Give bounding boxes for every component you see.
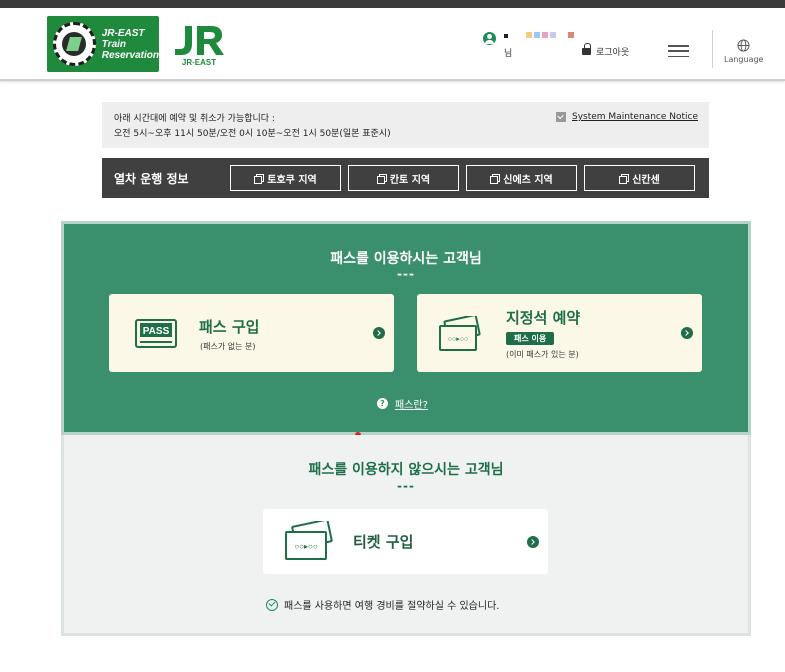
train-operation-info-bar: 열차 운행 정보 토호쿠 지역 칸토 지역 신에츠 지역 신칸센 [102, 158, 709, 198]
jr-east-wordmark: JR·EAST [182, 58, 216, 66]
pass-user-section: 패스를 이용하시는 고객님 --- PASS 패스 구입 (패스가 없는 분) … [61, 221, 751, 435]
user-suffix: 님 [504, 49, 513, 59]
arrow-right-icon [373, 327, 385, 339]
header-divider [712, 30, 713, 68]
jr-east-logo[interactable]: JR·EAST [171, 24, 227, 66]
reserve-seat-title: 지정석 예약 [506, 309, 581, 327]
check-circle-icon [266, 598, 278, 611]
lock-icon [582, 43, 591, 56]
arrow-right-icon [681, 327, 693, 339]
top-bar [0, 0, 785, 8]
logo-text-line: Reservation [101, 49, 159, 61]
section-divider: --- [397, 267, 415, 281]
maintenance-link-label: System Maintenance Notice [572, 112, 698, 122]
reserve-seat-subtitle: (이미 패스가 있는 분) [506, 350, 579, 359]
help-icon: ? [377, 398, 388, 409]
region-label: 칸토 지역 [389, 174, 431, 186]
reservation-hours-notice: 아래 시간대에 예약 및 취소가 가능합니다 : 오전 5시~오후 11시 50… [102, 102, 709, 148]
section-divider: --- [397, 479, 415, 493]
region-button-shinetsu[interactable]: 신에츠 지역 [466, 165, 577, 191]
notice-line: 아래 시간대에 예약 및 취소가 가능합니다 : [114, 114, 275, 124]
region-label: 신칸센 [632, 174, 660, 186]
what-is-pass-link[interactable]: ? 패스란? [377, 396, 428, 411]
hamburger-menu-icon[interactable] [668, 45, 689, 57]
buy-ticket-title: 티켓 구입 [353, 533, 414, 551]
buy-pass-title: 패스 구입 [199, 318, 260, 336]
region-label: 토호쿠 지역 [267, 174, 317, 186]
region-label: 신에츠 지역 [503, 174, 553, 186]
checkbox-icon [556, 112, 566, 122]
logout-button[interactable]: 로그아웃 [582, 43, 630, 58]
what-is-pass-label: 패스란? [395, 400, 428, 411]
copy-icon [254, 173, 265, 184]
logout-label: 로그아웃 [596, 48, 630, 58]
language-button[interactable]: Language [724, 39, 764, 64]
train-info-title: 열차 운행 정보 [114, 171, 189, 186]
arrow-right-icon [527, 536, 539, 548]
user-account[interactable]: 님 [483, 30, 574, 62]
buy-pass-card[interactable]: PASS 패스 구입 (패스가 없는 분) [109, 294, 394, 372]
header: JR-EAST Train Reservation JR·EAST 님 로그아웃… [0, 8, 785, 81]
user-name: 님 [504, 30, 574, 59]
buy-ticket-card[interactable]: ○○▸○○ 티켓 구입 [263, 509, 548, 574]
logo-text: JR-EAST Train Reservation [102, 28, 159, 61]
masked-username [504, 32, 574, 40]
logo-text-line: JR-EAST [101, 27, 145, 39]
maintenance-notice-link[interactable]: System Maintenance Notice [556, 112, 698, 122]
globe-icon [736, 39, 750, 52]
copy-icon [490, 173, 501, 184]
notice-hours: 오전 5시~오후 11시 50분/오전 0시 10분~오전 1시 50분(일본 … [114, 129, 391, 139]
logo-text-line: Train [101, 38, 127, 50]
ticket-icon-text: ○○▸○○ [294, 542, 318, 551]
pass-icon-text: PASS [143, 326, 170, 337]
non-pass-section-title: 패스를 이용하지 않으시는 고객님 [308, 462, 504, 478]
saving-note-text: 패스를 사용하면 여행 경비를 절약하실 수 있습니다. [284, 601, 500, 612]
reserve-seat-card[interactable]: ○○▸○○ 지정석 예약 패스 이용 (이미 패스가 있는 분) [417, 294, 702, 372]
jr-east-train-reservation-logo[interactable]: JR-EAST Train Reservation [47, 16, 159, 72]
ticket-icon: ○○▸○○ [285, 521, 333, 560]
region-button-tohoku[interactable]: 토호쿠 지역 [230, 165, 341, 191]
copy-icon [619, 173, 630, 184]
saving-note: 패스를 사용하면 여행 경비를 절약하실 수 있습니다. [266, 597, 499, 612]
language-label: Language [724, 55, 764, 64]
region-button-shinkansen[interactable]: 신칸센 [584, 165, 695, 191]
pass-card-icon: PASS [135, 319, 177, 348]
ticket-icon: ○○▸○○ [439, 316, 481, 351]
logo-emblem-icon [53, 22, 96, 66]
non-pass-user-section: 패스를 이용하지 않으시는 고객님 --- ○○▸○○ 티켓 구입 패스를 사용… [61, 435, 751, 636]
pass-section-title: 패스를 이용하시는 고객님 [330, 251, 482, 267]
buy-pass-subtitle: (패스가 없는 분) [200, 342, 256, 351]
user-icon [483, 32, 496, 45]
region-button-kanto[interactable]: 칸토 지역 [348, 165, 459, 191]
copy-icon [376, 173, 387, 184]
ticket-icon-text: ○○▸○○ [448, 336, 468, 343]
pass-use-badge: 패스 이용 [506, 332, 555, 345]
